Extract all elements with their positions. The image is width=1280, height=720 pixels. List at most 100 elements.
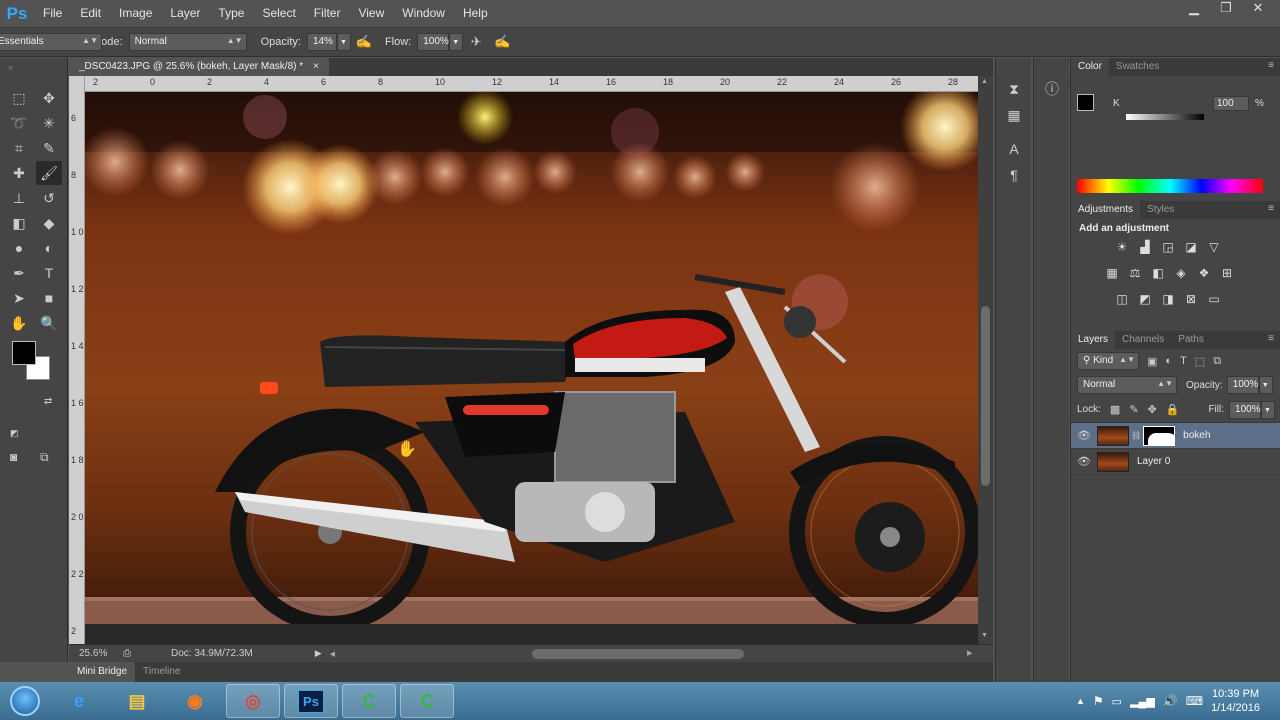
filter-smart-object-icon[interactable]: ⧉ xyxy=(1213,355,1221,368)
eraser-tool-icon[interactable]: ◧ xyxy=(6,211,32,235)
vertical-scrollbar[interactable]: ▲ ▼ xyxy=(978,76,993,644)
document-tab[interactable]: _DSC0423.JPG @ 25.6% (bokeh, Layer Mask/… xyxy=(69,58,329,76)
tab-mini-bridge[interactable]: Mini Bridge xyxy=(69,662,136,682)
taskbar-clock[interactable]: 10:39 PM 1/14/2016 xyxy=(1211,687,1260,715)
scroll-up-icon[interactable]: ▲ xyxy=(981,78,988,85)
restore-button[interactable]: ❐ xyxy=(1212,0,1240,18)
airbrush-icon[interactable]: ✈ xyxy=(465,31,487,53)
action-center-flag-icon[interactable]: ⚑ xyxy=(1093,694,1104,708)
history-panel-icon[interactable]: ⧗ xyxy=(996,76,1032,102)
blend-mode-select[interactable]: Normal ▲▼ xyxy=(1077,376,1177,394)
layer-opacity-dropdown[interactable]: ▼ xyxy=(1258,376,1273,394)
lock-transparent-icon[interactable]: ▩ xyxy=(1110,403,1120,416)
paint-bucket-tool-icon[interactable]: ◆ xyxy=(36,211,62,235)
layer-name[interactable]: Layer 0 xyxy=(1137,456,1170,467)
tab-color[interactable]: Color xyxy=(1071,58,1109,76)
mode-select[interactable]: Normal ▲▼ xyxy=(128,33,247,51)
menu-type[interactable]: Type xyxy=(209,0,253,27)
filter-pixel-icon[interactable]: ▣ xyxy=(1147,355,1157,368)
pressure-size-icon[interactable]: ✍ xyxy=(491,31,513,53)
filter-type-icon[interactable]: T xyxy=(1180,355,1187,367)
pen-tool-icon[interactable]: ✒ xyxy=(6,261,32,285)
path-selection-tool-icon[interactable]: ➤ xyxy=(6,286,32,310)
paragraph-panel-icon[interactable]: ¶ xyxy=(996,162,1032,188)
opacity-dropdown[interactable]: ▼ xyxy=(336,33,351,51)
tab-adjustments[interactable]: Adjustments xyxy=(1071,201,1141,219)
taskbar-explorer-icon[interactable]: ▤ xyxy=(110,684,164,718)
minimize-button[interactable]: ▁ xyxy=(1180,0,1208,18)
exposure-icon[interactable]: ◪ xyxy=(1182,239,1200,255)
panel-collapse-icon[interactable]: » xyxy=(8,62,13,72)
blur-tool-icon[interactable]: ● xyxy=(6,236,32,260)
move-tool-icon[interactable]: ✥ xyxy=(36,86,62,110)
dodge-tool-icon[interactable]: ◐ xyxy=(36,236,62,260)
curves-icon[interactable]: ◲ xyxy=(1159,239,1177,255)
tab-timeline[interactable]: Timeline xyxy=(135,662,188,682)
tab-styles[interactable]: Styles xyxy=(1140,201,1181,219)
tab-layers[interactable]: Layers xyxy=(1071,331,1116,349)
keyboard-icon[interactable]: ⌨ xyxy=(1186,694,1203,708)
taskbar-camtasia-recorder-icon[interactable]: C xyxy=(400,684,454,718)
panel-menu-icon[interactable]: ≡ xyxy=(1268,60,1274,71)
panel-menu-icon[interactable]: ≡ xyxy=(1268,203,1274,214)
status-menu-arrow-icon[interactable]: ▶ xyxy=(315,648,322,659)
hue-saturation-icon[interactable]: ⚖ xyxy=(1126,265,1144,281)
layer-opacity-field[interactable]: 100% xyxy=(1226,376,1259,394)
invert-icon[interactable]: ◫ xyxy=(1113,291,1131,307)
photo-filter-icon[interactable]: ❖ xyxy=(1195,265,1213,281)
status-info-icon[interactable]: ⎙ xyxy=(123,648,131,659)
screen-mode-icon[interactable]: ⧉ xyxy=(40,450,49,465)
volume-icon[interactable]: 🔊 xyxy=(1163,694,1178,708)
black-white-icon[interactable]: ◈ xyxy=(1172,265,1190,281)
ruler-vertical[interactable]: 6 8 1 0 1 2 1 4 1 6 1 8 2 0 2 2 2 xyxy=(69,76,85,644)
tab-paths[interactable]: Paths xyxy=(1171,331,1211,349)
menu-image[interactable]: Image xyxy=(110,0,161,27)
fill-field[interactable]: 100% xyxy=(1229,400,1262,419)
zoom-tool-icon[interactable]: 🔍 xyxy=(36,311,62,335)
fill-dropdown[interactable]: ▼ xyxy=(1261,400,1276,419)
close-button[interactable]: ✕ xyxy=(1244,0,1272,18)
taskbar-camtasia-icon[interactable]: C xyxy=(342,684,396,718)
k-slider[interactable] xyxy=(1126,114,1204,120)
foreground-color-front[interactable] xyxy=(12,341,36,365)
layer-mask-thumbnail[interactable] xyxy=(1143,425,1176,446)
panel-menu-icon[interactable]: ≡ xyxy=(1268,333,1274,344)
default-colors-icon[interactable]: ◩ xyxy=(10,428,19,439)
visibility-eye-icon[interactable]: 👁 xyxy=(1071,429,1097,442)
menu-window[interactable]: Window xyxy=(393,0,454,27)
vertical-scroll-thumb[interactable] xyxy=(981,306,990,486)
filter-shape-icon[interactable]: ⬚ xyxy=(1195,355,1205,368)
layer-row-layer-0[interactable]: 👁 Layer 0 xyxy=(1071,449,1280,475)
taskbar-chrome-icon[interactable]: ◎ xyxy=(226,684,280,718)
start-button[interactable] xyxy=(0,682,50,720)
menu-help[interactable]: Help xyxy=(454,0,497,27)
lock-image-icon[interactable]: ✎ xyxy=(1129,403,1138,416)
scroll-right-icon[interactable]: ▶ xyxy=(967,649,972,657)
posterize-icon[interactable]: ◩ xyxy=(1136,291,1154,307)
k-value-field[interactable]: 100 xyxy=(1213,96,1249,111)
eyedropper-tool-icon[interactable]: ✎ xyxy=(36,136,62,160)
taskbar-ie-icon[interactable]: e xyxy=(52,684,106,718)
color-balance-icon[interactable]: ◧ xyxy=(1149,265,1167,281)
layer-row-bokeh[interactable]: 👁 ⛓ bokeh xyxy=(1071,423,1280,449)
properties-panel-icon[interactable]: ▦ xyxy=(996,102,1032,128)
tab-swatches[interactable]: Swatches xyxy=(1109,58,1166,76)
flow-field[interactable]: 100% xyxy=(417,33,450,51)
swap-colors-icon[interactable]: ⇄ xyxy=(44,396,52,407)
flow-dropdown[interactable]: ▼ xyxy=(449,33,464,51)
menu-file[interactable]: File xyxy=(34,0,71,27)
lasso-tool-icon[interactable]: ➰ xyxy=(6,111,32,135)
workspace-select[interactable]: Essentials ▲▼ xyxy=(0,33,102,51)
levels-icon[interactable]: ▟ xyxy=(1136,239,1154,255)
tab-channels[interactable]: Channels xyxy=(1115,331,1171,349)
gradient-map-icon[interactable]: ▭ xyxy=(1205,291,1223,307)
kind-filter-select[interactable]: ⚲ Kind ▲▼ xyxy=(1077,352,1139,370)
lock-all-icon[interactable]: 🔒 xyxy=(1166,403,1180,416)
marquee-tool-icon[interactable]: ⬚ xyxy=(6,86,32,110)
visibility-eye-icon[interactable]: 👁 xyxy=(1071,455,1097,468)
menu-view[interactable]: View xyxy=(349,0,393,27)
menu-edit[interactable]: Edit xyxy=(71,0,110,27)
filter-adjustment-icon[interactable]: ◐ xyxy=(1165,355,1172,367)
rectangle-tool-icon[interactable]: ■ xyxy=(36,286,62,310)
zoom-level[interactable]: 25.6% xyxy=(79,648,119,659)
